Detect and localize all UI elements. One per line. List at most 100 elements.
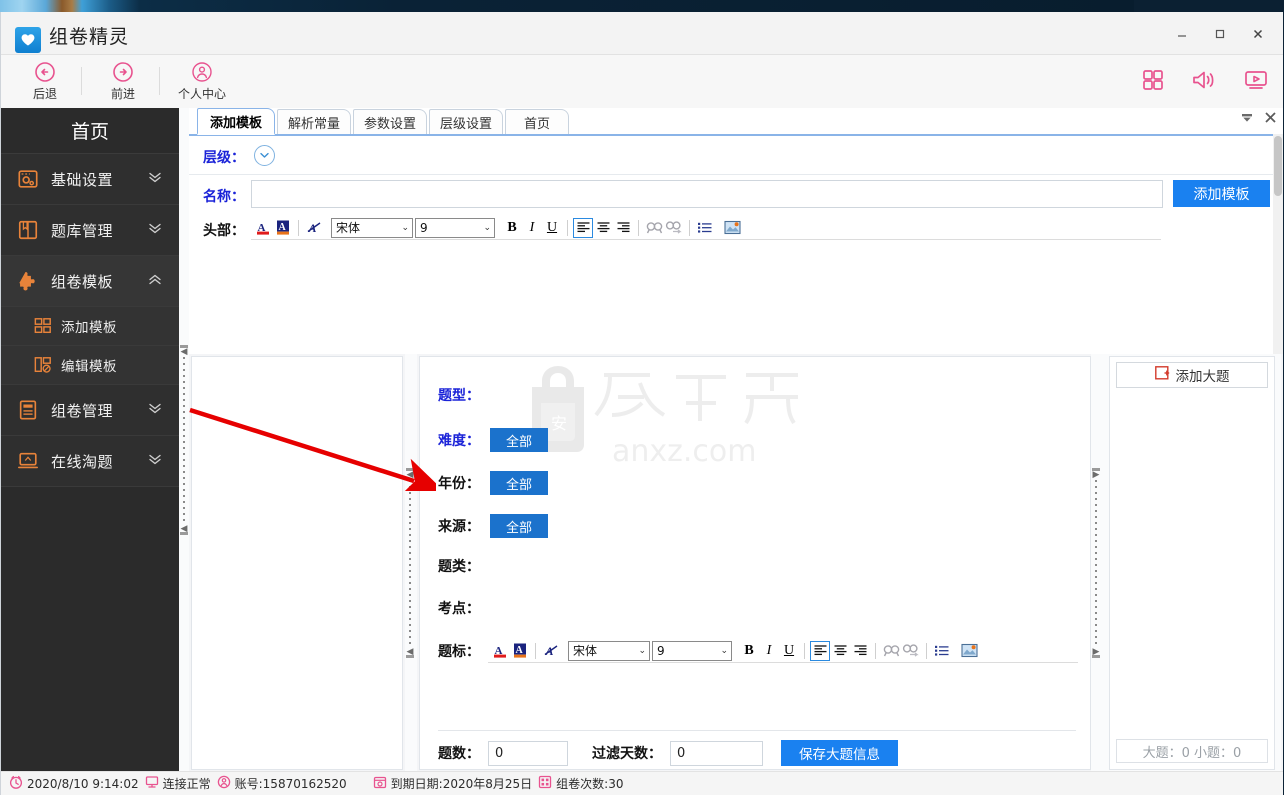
insert-image-icon[interactable] [722, 218, 742, 238]
status-bar: 2020/8/10 9:14:02 连接正常 账号:15870162520 到期 [1, 771, 1283, 795]
sidebar-subitem-add-template[interactable]: 添加模板 [1, 307, 179, 346]
chevron-down-icon [147, 454, 163, 469]
add-template-button[interactable]: 添加模板 [1173, 180, 1270, 207]
year-all-button[interactable]: 全部 [490, 471, 548, 495]
close-button[interactable] [1239, 22, 1277, 46]
sidebar-item-question-bank[interactable]: 题库管理 [1, 205, 179, 256]
difficulty-all-button[interactable]: 全部 [490, 428, 548, 452]
splitter-dots [1095, 480, 1097, 646]
bullet-list-icon[interactable] [932, 641, 952, 661]
find-replace-icon[interactable] [901, 641, 921, 661]
bold-button[interactable]: B [739, 641, 759, 661]
text-color-icon[interactable]: A [490, 641, 510, 661]
insert-image-icon[interactable] [959, 641, 979, 661]
tab-home[interactable]: 首页 [505, 109, 569, 134]
font-size-select[interactable]: 9 ⌄ [652, 640, 732, 661]
back-button[interactable]: 后退 [13, 60, 77, 102]
forward-button[interactable]: 前进 [91, 60, 155, 102]
splitter-grip[interactable]: ▶ ▶ [1092, 468, 1100, 658]
apps-grid-icon[interactable] [1141, 68, 1165, 95]
find-icon[interactable] [644, 218, 664, 238]
collapse-left-arrow-icon-2[interactable]: ◀ [181, 524, 188, 533]
chevron-down-icon [147, 172, 163, 187]
align-left-icon[interactable] [573, 217, 593, 238]
minimize-button[interactable] [1163, 22, 1201, 46]
user-icon [217, 775, 231, 792]
header-editor-area[interactable] [251, 246, 1161, 371]
sidebar-subitem-edit-template[interactable]: 编辑模板 [1, 346, 179, 385]
scrollbar-thumb[interactable] [1274, 136, 1282, 196]
name-label: 名称： [203, 189, 245, 205]
underline-button[interactable]: U [542, 218, 562, 238]
top-form-scrollbar[interactable] [1273, 134, 1283, 354]
align-right-icon[interactable] [613, 218, 633, 238]
align-center-icon[interactable] [593, 218, 613, 238]
screen-video-icon[interactable] [1243, 68, 1269, 95]
splitter-grip[interactable]: ◀ ◀ [180, 345, 188, 535]
tab-add-template[interactable]: 添加模板 [197, 108, 275, 135]
left-preview-pane[interactable] [191, 356, 403, 770]
tab-level-settings[interactable]: 层级设置 [429, 109, 503, 134]
highlight-color-icon[interactable]: A [273, 218, 293, 238]
toolbar-divider-2 [567, 219, 568, 236]
main-window: 组卷精灵 后退 前进 个人中心 首页 基础设置 题库管理 组卷模板 添加模板 编… [0, 12, 1284, 795]
find-icon[interactable] [881, 641, 901, 661]
font-family-select[interactable]: 宋体 ⌄ [331, 217, 413, 238]
save-question-button[interactable]: 保存大题信息 [781, 740, 898, 766]
svg-text:安: 安 [551, 414, 567, 433]
find-replace-icon[interactable] [664, 218, 684, 238]
splitter-bar-bottom [406, 655, 414, 658]
center-left-splitter[interactable]: ◀ ◀ [405, 354, 417, 772]
highlight-color-icon[interactable]: A [510, 641, 530, 661]
sidebar-item-paper-management[interactable]: 组卷管理 [1, 385, 179, 436]
align-left-icon[interactable] [810, 640, 830, 661]
collapse-left-arrow-icon-2[interactable]: ◀ [407, 647, 414, 656]
close-icon[interactable] [1264, 111, 1277, 127]
font-size-select[interactable]: 9 ⌄ [415, 217, 495, 238]
tab-parse-constant[interactable]: 解析常量 [277, 109, 351, 134]
filter-days-input[interactable] [670, 740, 763, 766]
source-all-button[interactable]: 全部 [490, 514, 548, 538]
italic-button[interactable]: I [522, 218, 542, 238]
bullet-list-icon[interactable] [695, 218, 715, 238]
collapse-left-arrow-icon[interactable]: ◀ [407, 470, 414, 479]
add-big-question-button[interactable]: 添加大题 [1116, 362, 1268, 388]
align-right-icon[interactable] [850, 641, 870, 661]
toolbar-separator-1 [81, 67, 82, 95]
tab-label: 解析常量 [287, 116, 340, 132]
italic-button[interactable]: I [759, 641, 779, 661]
align-center-icon[interactable] [830, 641, 850, 661]
text-color-icon[interactable]: A [253, 218, 273, 238]
center-divider [438, 730, 1076, 731]
speaker-icon[interactable] [1191, 68, 1217, 95]
chevron-down-icon[interactable] [1240, 112, 1254, 127]
grid-icon [538, 775, 552, 792]
personal-center-button[interactable]: 个人中心 [169, 60, 235, 102]
bold-button[interactable]: B [502, 218, 522, 238]
sidebar-item-basic-settings[interactable]: 基础设置 [1, 154, 179, 205]
chevron-down-circle-icon[interactable] [254, 145, 275, 166]
collapse-left-arrow-icon[interactable]: ◀ [181, 347, 188, 356]
clear-format-icon[interactable]: A [304, 218, 324, 238]
underline-button[interactable]: U [779, 641, 799, 661]
collapse-right-arrow-icon[interactable]: ▶ [1093, 470, 1100, 479]
template-name-input[interactable] [251, 180, 1163, 208]
clear-format-icon[interactable]: A [541, 641, 561, 661]
sidebar-item-label: 组卷管理 [51, 401, 114, 420]
sidebar-item-paper-template[interactable]: 组卷模板 [1, 256, 179, 307]
sidebar-item-online-search[interactable]: 在线淘题 [1, 436, 179, 487]
question-count-input[interactable] [488, 740, 568, 766]
sidebar-splitter[interactable]: ◀ ◀ [179, 108, 189, 772]
center-right-splitter[interactable]: ▶ ▶ [1091, 354, 1103, 772]
font-family-select[interactable]: 宋体 ⌄ [568, 640, 650, 661]
puzzle-icon [15, 268, 41, 294]
sidebar-home-title[interactable]: 首页 [1, 108, 179, 154]
maximize-button[interactable] [1201, 22, 1239, 46]
splitter-grip[interactable]: ◀ ◀ [406, 468, 414, 658]
forward-button-label: 前进 [110, 87, 135, 101]
collapse-right-arrow-icon-2[interactable]: ▶ [1093, 647, 1100, 656]
status-datetime-text: 2020/8/10 9:14:02 [27, 776, 139, 791]
sidebar: 首页 基础设置 题库管理 组卷模板 添加模板 编辑模板 组卷管理 在线淘题 [1, 108, 179, 772]
tab-parameter-settings[interactable]: 参数设置 [353, 109, 427, 134]
question-title-editor[interactable] [500, 667, 1078, 730]
